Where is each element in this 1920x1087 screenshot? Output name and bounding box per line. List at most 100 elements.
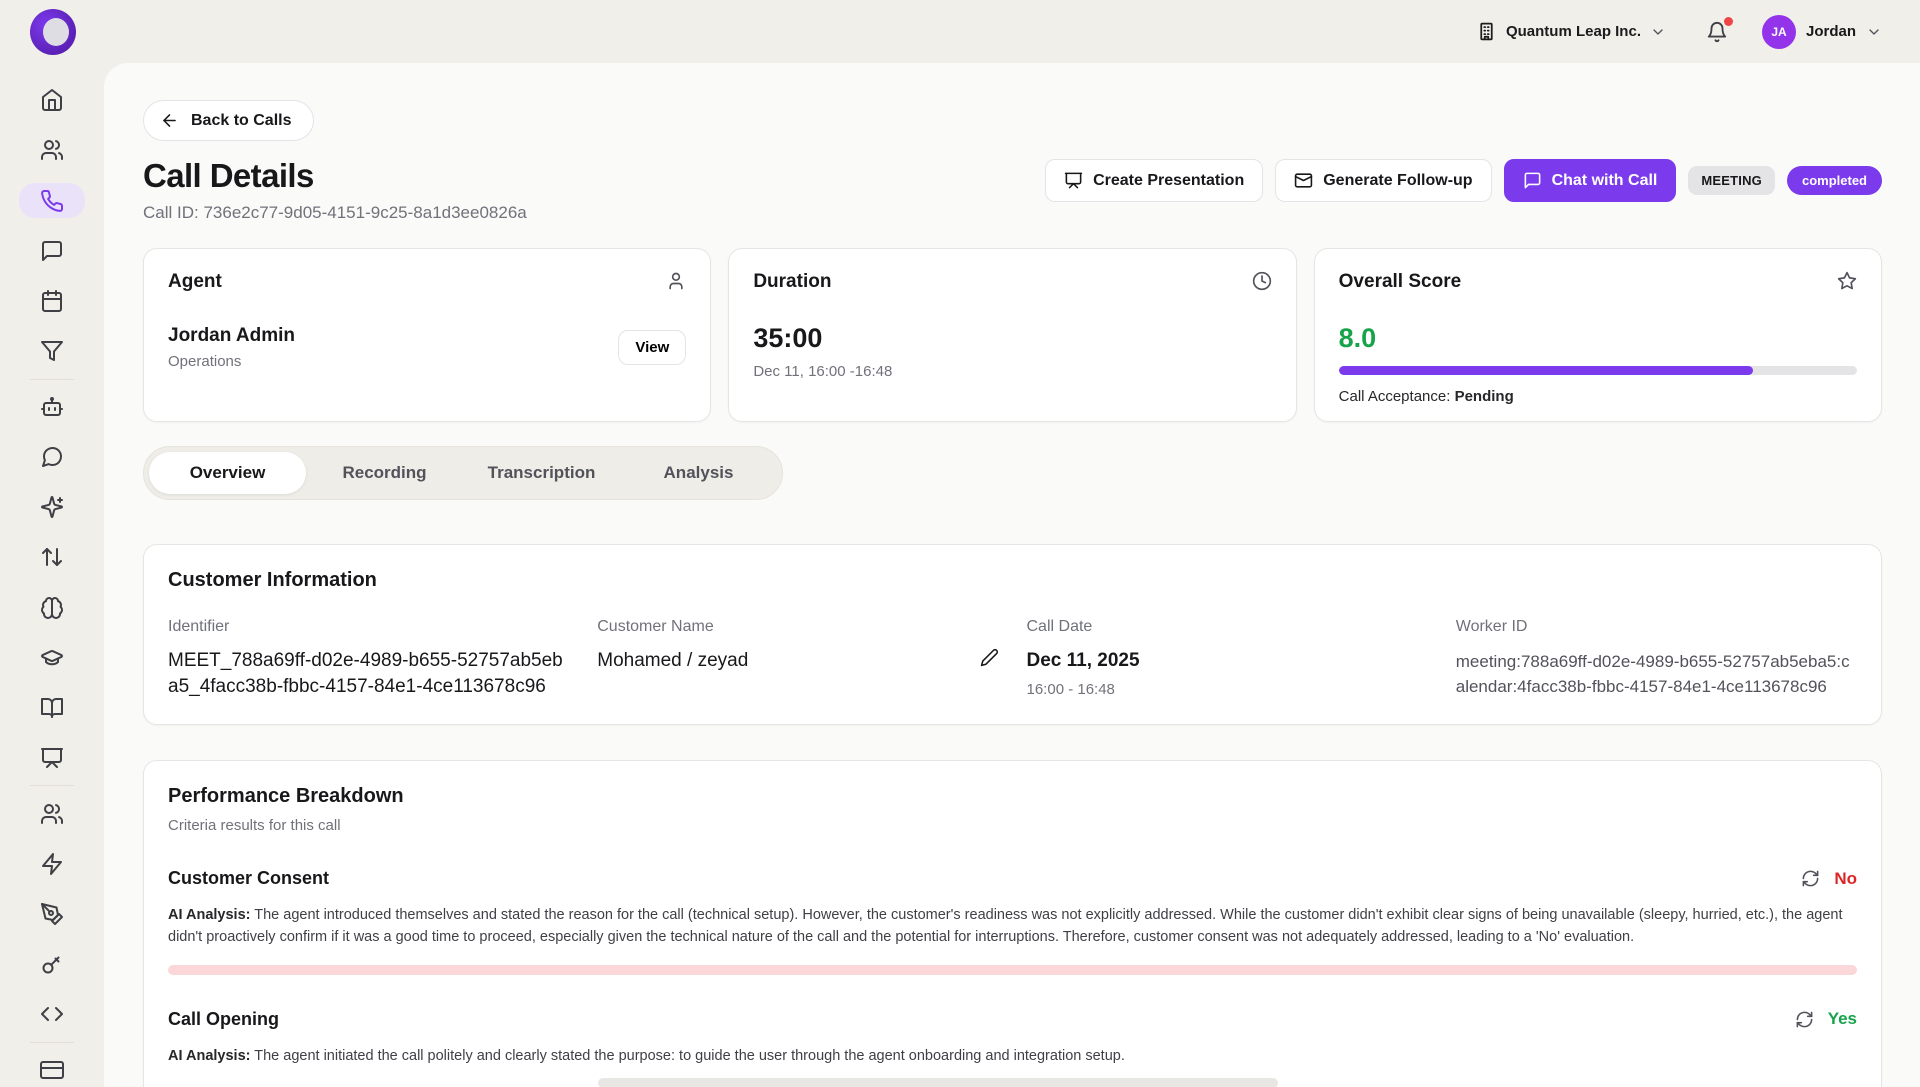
sidebar-item-knowledge[interactable] xyxy=(19,691,85,726)
sidebar-item-calls[interactable] xyxy=(19,183,85,218)
notification-dot xyxy=(1724,17,1733,26)
filter-icon xyxy=(40,339,64,363)
status-badge: completed xyxy=(1787,166,1882,195)
call-acceptance: Call Acceptance: Pending xyxy=(1339,388,1857,405)
sidebar-item-developer[interactable] xyxy=(19,997,85,1032)
overall-score-card: Overall Score 8.0 Call Acceptance: Pendi… xyxy=(1314,248,1882,422)
sidebar-item-messages[interactable] xyxy=(19,234,85,269)
customer-name-label: Customer Name xyxy=(597,618,998,636)
performance-title: Performance Breakdown xyxy=(168,785,1857,808)
view-agent-button[interactable]: View xyxy=(618,330,686,365)
avatar: JA xyxy=(1762,15,1796,49)
field-customer-name: Customer Name Mohamed / zeyad xyxy=(597,618,998,700)
edit-customer-name-button[interactable] xyxy=(980,648,999,667)
sidebar-item-bot[interactable] xyxy=(19,389,85,424)
criterion-result: Yes xyxy=(1828,1009,1857,1029)
stat-cards: Agent Jordan Admin Operations View Durat… xyxy=(143,248,1882,422)
org-name: Quantum Leap Inc. xyxy=(1506,23,1641,40)
tab-overview[interactable]: Overview xyxy=(149,452,306,494)
pen-tool-icon xyxy=(40,902,64,926)
sidebar-item-chat[interactable] xyxy=(19,440,85,475)
message-square-icon xyxy=(1523,171,1542,190)
duration-value: 35:00 xyxy=(753,323,1271,354)
criterion-customer-consent: Customer Consent No AI Analysis: The age… xyxy=(168,868,1857,975)
call-acceptance-label: Call Acceptance: xyxy=(1339,388,1451,405)
criterion-name: Call Opening xyxy=(168,1009,279,1030)
criterion-bar xyxy=(598,1078,1278,1087)
agent-identity: Jordan Admin Operations xyxy=(168,325,295,370)
sidebar-item-automations[interactable] xyxy=(19,846,85,881)
sidebar-item-filters[interactable] xyxy=(19,334,85,369)
arrow-up-down-icon xyxy=(40,545,64,569)
performance-breakdown-card: Performance Breakdown Criteria results f… xyxy=(143,760,1882,1087)
arrow-left-icon xyxy=(160,111,179,130)
app-logo[interactable] xyxy=(30,9,76,55)
sidebar-item-training[interactable] xyxy=(19,641,85,676)
title-block: Call Details Call ID: 736e2c77-9d05-4151… xyxy=(143,157,527,223)
sidebar-divider xyxy=(30,1042,74,1043)
building-icon xyxy=(1476,21,1497,42)
call-id: Call ID: 736e2c77-9d05-4151-9c25-8a1d3ee… xyxy=(143,203,527,223)
customer-name-value: Mohamed / zeyad xyxy=(597,648,748,674)
sidebar-divider xyxy=(30,379,74,380)
duration-card: Duration 35:00 Dec 11, 16:00 -16:48 xyxy=(728,248,1296,422)
chat-with-call-label: Chat with Call xyxy=(1552,172,1658,190)
key-icon xyxy=(40,952,64,976)
back-label: Back to Calls xyxy=(191,112,291,130)
sidebar-item-design[interactable] xyxy=(19,897,85,932)
user-menu[interactable]: JA Jordan xyxy=(1762,15,1882,49)
sidebar-item-home[interactable] xyxy=(19,83,85,118)
sidebar-item-calendar[interactable] xyxy=(19,284,85,319)
zap-icon xyxy=(40,852,64,876)
pencil-icon xyxy=(980,648,999,667)
star-icon xyxy=(1837,271,1857,291)
refresh-icon[interactable] xyxy=(1801,869,1820,888)
sidebar-item-presentations[interactable] xyxy=(19,741,85,776)
detail-tabs: Overview Recording Transcription Analysi… xyxy=(143,446,783,500)
analysis-prefix: AI Analysis: xyxy=(168,907,250,923)
org-switcher[interactable]: Quantum Leap Inc. xyxy=(1476,21,1666,42)
home-icon xyxy=(40,88,64,112)
customer-information-card: Customer Information Identifier MEET_788… xyxy=(143,544,1882,725)
sidebar-item-contacts[interactable] xyxy=(19,796,85,831)
generate-followup-button[interactable]: Generate Follow-up xyxy=(1275,159,1491,202)
sidebar-item-transfers[interactable] xyxy=(19,540,85,575)
call-date-value: Dec 11, 2025 xyxy=(1027,648,1428,674)
user-icon xyxy=(666,271,686,291)
score-progress-track xyxy=(1339,366,1857,375)
refresh-icon[interactable] xyxy=(1795,1010,1814,1029)
create-presentation-button[interactable]: Create Presentation xyxy=(1045,159,1263,202)
sparkles-icon xyxy=(40,495,64,519)
sidebar-item-ai-sparkles[interactable] xyxy=(19,490,85,525)
chevron-down-icon xyxy=(1866,24,1882,40)
criterion-name: Customer Consent xyxy=(168,868,329,889)
call-time-range: 16:00 - 16:48 xyxy=(1027,681,1428,698)
mail-icon xyxy=(1294,171,1313,190)
worker-id-label: Worker ID xyxy=(1456,618,1857,636)
page-header: Call Details Call ID: 736e2c77-9d05-4151… xyxy=(143,157,1882,223)
field-worker-id: Worker ID meeting:788a69ff-d02e-4989-b65… xyxy=(1456,618,1857,700)
tab-recording[interactable]: Recording xyxy=(306,452,463,494)
back-to-calls-button[interactable]: Back to Calls xyxy=(143,100,314,141)
worker-id-value: meeting:788a69ff-d02e-4989-b655-52757ab5… xyxy=(1456,650,1857,699)
notifications-button[interactable] xyxy=(1706,21,1728,43)
graduation-cap-icon xyxy=(40,646,64,670)
sidebar-item-billing[interactable] xyxy=(19,1052,85,1087)
identifier-label: Identifier xyxy=(168,618,569,636)
tab-analysis[interactable]: Analysis xyxy=(620,452,777,494)
chat-with-call-button[interactable]: Chat with Call xyxy=(1504,159,1677,202)
criterion-bar xyxy=(168,965,1857,975)
chevron-down-icon xyxy=(1650,24,1666,40)
presentation-icon xyxy=(40,746,64,770)
score-progress-fill xyxy=(1339,366,1754,375)
header-actions: Create Presentation Generate Follow-up C… xyxy=(1045,157,1882,202)
criterion-result: No xyxy=(1834,869,1857,889)
sidebar-item-intelligence[interactable] xyxy=(19,590,85,625)
page-title: Call Details xyxy=(143,157,527,195)
call-acceptance-value: Pending xyxy=(1455,388,1514,405)
sidebar-item-access-keys[interactable] xyxy=(19,947,85,982)
sidebar-item-team[interactable] xyxy=(19,133,85,168)
criterion-analysis: AI Analysis: The agent initiated the cal… xyxy=(168,1046,1857,1068)
agent-role: Operations xyxy=(168,353,295,370)
tab-transcription[interactable]: Transcription xyxy=(463,452,620,494)
